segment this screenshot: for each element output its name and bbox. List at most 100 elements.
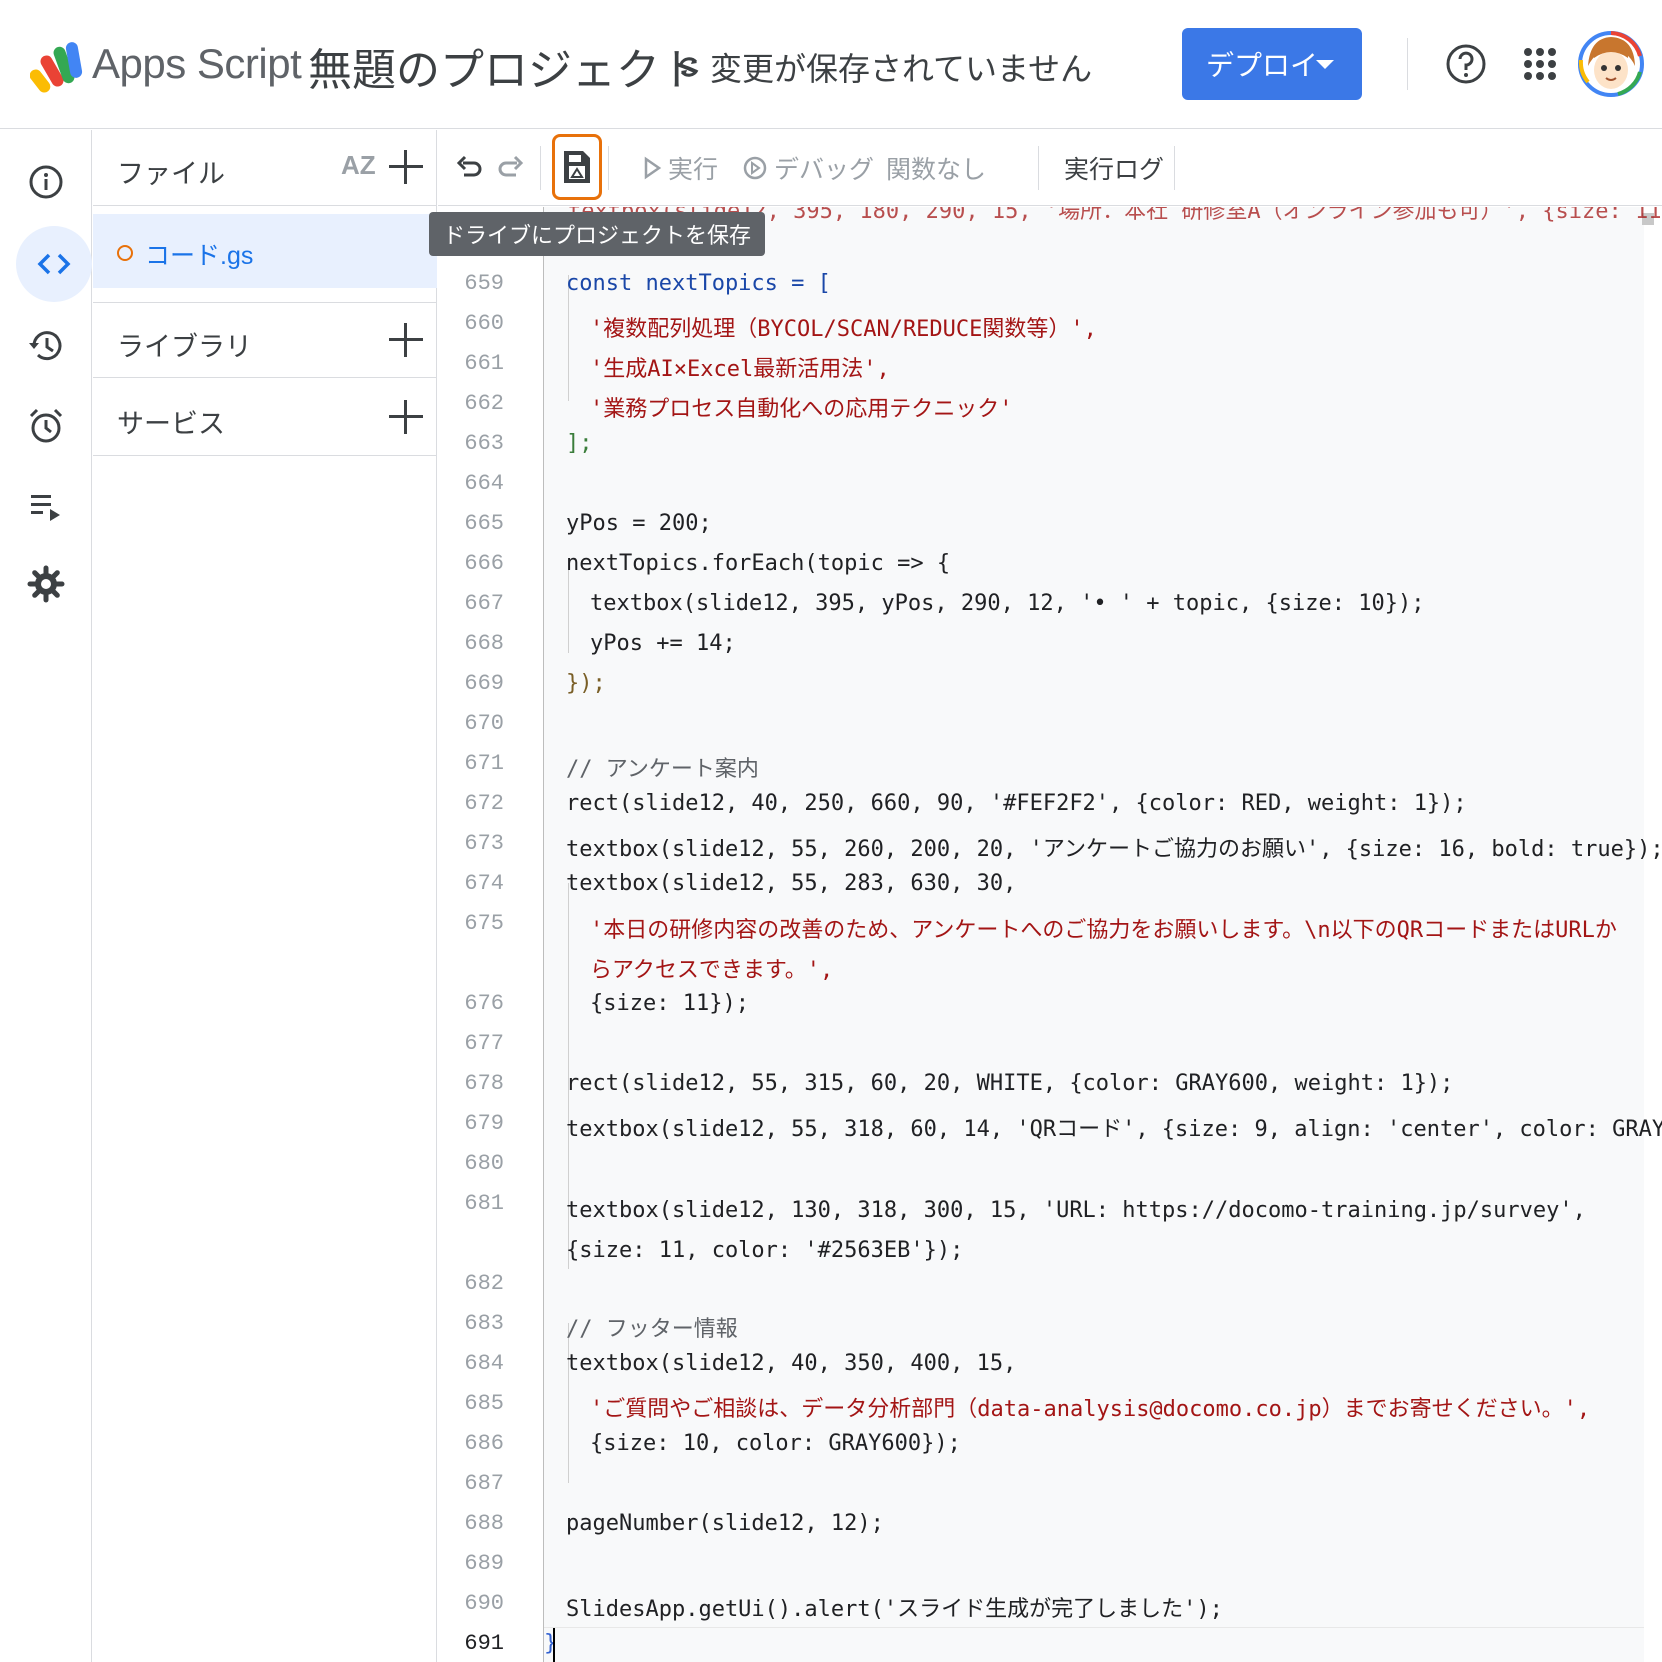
triggers-button[interactable] [16,396,76,456]
line-number: 668 [464,631,504,656]
save-to-drive-button[interactable] [552,134,602,200]
line-number: 686 [464,1431,504,1456]
code-line: '生成AI×Excel最新活用法', [590,357,890,382]
line-number: 680 [464,1151,504,1176]
line-number: 675 [464,911,504,936]
alarm-icon [29,408,63,443]
code-line: '業務プロセス自動化への応用テクニック' [590,397,1013,422]
code-line: }); [566,671,606,696]
line-number: 673 [464,831,504,856]
header-divider [1407,38,1408,90]
line-number: 678 [464,1071,504,1096]
save-to-drive-tooltip: ドライブにプロジェクトを保存 [429,212,766,256]
line-number: 661 [464,351,504,376]
editor-toolbar: 実行 デバッグ 関数なし 実行ログ [438,130,1662,206]
function-selector[interactable]: 関数なし [886,148,986,188]
sort-az-icon[interactable]: AZ [341,150,377,190]
code-editor[interactable]: textbox(slide12, 395, 180, 290, 15, '場所：… [438,207,1662,1662]
line-number: 687 [464,1471,504,1496]
code-line: rect(slide12, 40, 250, 660, 90, '#FEF2F2… [566,791,1467,816]
code-line: yPos += 14; [590,631,736,656]
toolbar-divider [608,146,609,190]
code-line: '複数配列処理（BYCOL/SCAN/REDUCE関数等）', [590,317,1097,342]
run-button[interactable]: 実行 [642,148,718,188]
overview-button[interactable] [16,152,76,212]
line-number: 665 [464,511,504,536]
help-icon[interactable] [1444,42,1488,86]
code-line: {size: 11}); [590,991,749,1016]
line-number: 672 [464,791,504,816]
line-number: 685 [464,1391,504,1416]
code-line: textbox(slide12, 55, 283, 630, 30, [566,871,1017,896]
files-section-header: ファイル AZ [93,130,437,206]
file-dot-icon [117,245,133,261]
undo-button[interactable] [454,148,484,188]
debug-label: デバッグ [774,156,875,184]
editor-button[interactable] [16,226,92,302]
indent-guide [568,1323,569,1483]
executions-button[interactable] [16,476,76,536]
execution-log-button[interactable]: 実行ログ [1064,150,1164,186]
toolbar-divider [1174,146,1175,190]
file-item-code-gs[interactable]: コード.gs [93,214,437,288]
function-label: 関数なし [886,156,987,184]
add-library-button[interactable] [389,323,423,357]
info-icon [29,165,63,199]
code-line: textbox(slide12, 55, 260, 200, 20, 'アンケー… [566,837,1662,862]
save-status-text: 変更が保存されていません [710,51,1093,87]
line-number: 677 [464,1031,504,1056]
line-number: 679 [464,1111,504,1136]
apps-script-logo-icon[interactable] [30,40,84,96]
code-line: pageNumber(slide12, 12); [566,1511,884,1536]
run-label: 実行 [668,156,719,184]
line-number: 669 [464,671,504,696]
line-number: 683 [464,1311,504,1336]
code-icon [37,253,71,275]
line-number: 681 [464,1191,504,1216]
toolbar-divider [1038,146,1039,190]
files-panel: ファイル AZ コード.gs ライブラリ サービス [93,130,437,1662]
line-number: 664 [464,471,504,496]
save-drive-icon [564,151,590,183]
line-number: 676 [464,991,504,1016]
code-comment: // アンケート案内 [566,757,759,782]
save-status: 変更が保存されていません [676,44,1092,90]
line-number: 690 [464,1591,504,1616]
code-line: '本日の研修内容の改善のため、アンケートへのご協力をお願いします。\n以下のQR… [590,918,1617,983]
deploy-label: デプロイ [1206,50,1319,81]
debug-button[interactable]: デバッグ [742,148,874,188]
play-icon [644,156,662,180]
add-service-button[interactable] [389,400,423,434]
add-file-button[interactable] [389,150,423,184]
line-number: 659 [464,271,504,296]
project-settings-button[interactable] [16,554,76,614]
line-number: 674 [464,871,504,896]
project-title[interactable]: 無題のプロジェクト [308,34,704,98]
code-line: textbox(slide12, 40, 350, 400, 15, [566,1351,1017,1376]
code-line: textbox(slide12, 130, 318, 300, 15, 'URL… [566,1198,1586,1263]
services-section-header: サービス [93,380,437,456]
line-number: 670 [464,711,504,736]
apps-grid-icon[interactable] [1520,44,1560,84]
libraries-section-header: ライブラリ [93,302,437,378]
line-number: 671 [464,751,504,776]
code-line: rect(slide12, 55, 315, 60, 20, WHITE, {c… [566,1071,1454,1096]
code-line: } [544,1631,558,1656]
code-line: {size: 10, color: GRAY600}); [590,1431,961,1456]
project-history-button[interactable] [16,316,76,376]
account-avatar[interactable] [1578,20,1644,104]
line-number: 691 [464,1631,504,1656]
history-icon [29,331,62,361]
left-navigation-rail [0,130,92,1662]
app-name: Apps Script [92,40,302,87]
line-number: 688 [464,1511,504,1536]
deploy-button[interactable]: デプロイ [1182,28,1362,100]
settings-icon [27,565,65,603]
code-line: textbox(slide12, 55, 318, 60, 14, 'QRコード… [566,1117,1662,1142]
sync-icon [679,57,699,77]
code-line: ]; [566,431,593,456]
line-number: 662 [464,391,504,416]
redo-icon [498,155,524,177]
line-number: 666 [464,551,504,576]
redo-button[interactable] [496,148,526,188]
